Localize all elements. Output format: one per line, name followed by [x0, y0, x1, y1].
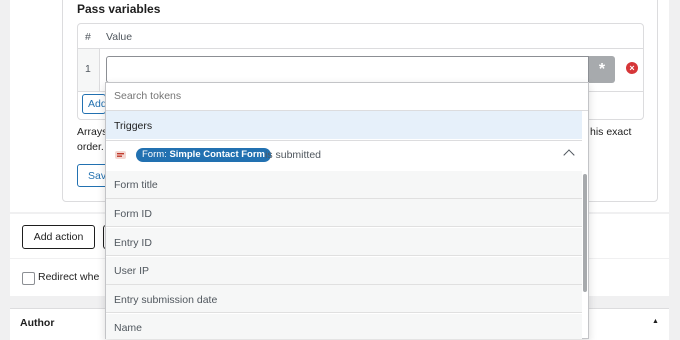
- badge-form-name: Simple Contact Form: [169, 149, 265, 160]
- redirect-checkbox[interactable]: [22, 272, 35, 285]
- token-option[interactable]: [106, 314, 582, 339]
- collapse-arrow-icon[interactable]: ▲: [652, 318, 659, 325]
- section-title: Pass variables: [77, 2, 161, 16]
- column-header-number: #: [85, 31, 91, 43]
- table-divider: [78, 48, 643, 49]
- add-action-button[interactable]: Add action: [22, 225, 95, 249]
- dropdown-scrollbar[interactable]: [583, 174, 587, 292]
- insert-token-button[interactable]: *: [589, 56, 615, 83]
- author-panel-title: Author: [20, 317, 55, 329]
- column-header-value: Value: [106, 31, 133, 43]
- row-number: 1: [85, 63, 91, 75]
- form-integration-icon: [115, 151, 126, 159]
- token-option-label: Entry ID: [114, 237, 152, 249]
- help-text-line1-end: his exact: [590, 126, 632, 138]
- token-option-label: Form ID: [114, 208, 152, 220]
- redirect-label: Redirect whe: [38, 271, 100, 283]
- add-row-button[interactable]: Add: [82, 94, 107, 114]
- token-option[interactable]: [106, 171, 582, 199]
- trigger-suffix: is submitted: [265, 149, 322, 161]
- token-option-label: User IP: [114, 265, 150, 277]
- token-search-placeholder: Search tokens: [114, 90, 182, 102]
- token-option[interactable]: [106, 199, 582, 227]
- group-label: Triggers: [114, 120, 153, 132]
- help-text-line2: order.: [77, 141, 104, 153]
- token-option-label: Entry submission date: [114, 294, 218, 306]
- value-input[interactable]: [106, 56, 589, 83]
- token-option[interactable]: [106, 257, 582, 285]
- badge-prefix: Form:: [142, 149, 167, 160]
- help-text-line1: Arrays: [77, 126, 108, 138]
- trigger-badge: Form: Simple Contact Form: [136, 148, 271, 162]
- token-option[interactable]: [106, 228, 582, 256]
- token-option-label: Form title: [114, 179, 158, 191]
- remove-row-icon[interactable]: ×: [626, 62, 638, 74]
- group-header-triggers: [106, 111, 582, 139]
- token-option-label: Name: [114, 322, 143, 334]
